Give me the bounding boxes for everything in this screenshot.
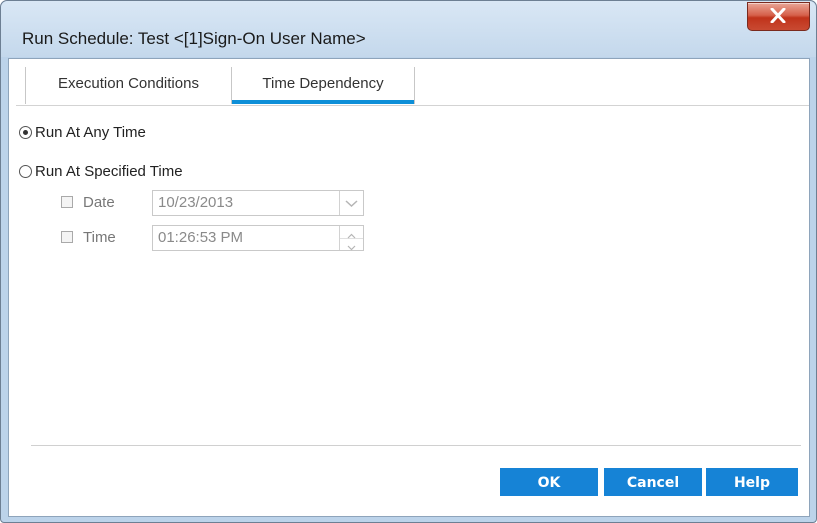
time-label: Time [83,228,116,246]
radio-run-any-time[interactable]: Run At Any Time [19,122,146,142]
radio-unselected-icon[interactable] [19,164,32,178]
close-button[interactable] [747,2,810,31]
radio-run-any-time-label: Run At Any Time [35,123,146,141]
time-checkbox[interactable] [61,231,73,243]
time-spinner[interactable]: 01:26:53 PM [152,225,364,251]
help-button[interactable]: Help [706,468,798,496]
tab-execution-conditions[interactable]: Execution Conditions [25,67,232,104]
date-dropdown[interactable]: 10/23/2013 [152,190,364,216]
tab-divider [16,105,809,106]
ok-button[interactable]: OK [500,468,598,496]
chevron-down-icon [345,200,358,208]
active-tab-indicator [232,100,414,104]
radio-selected-icon[interactable] [19,125,32,139]
close-icon [770,8,786,23]
window-title: Run Schedule: Test <[1]Sign-On User Name… [22,29,366,48]
date-label: Date [83,193,115,211]
time-value: 01:26:53 PM [158,229,244,246]
cancel-button[interactable]: Cancel [604,468,702,496]
time-spin-buttons [339,226,363,251]
title-bar[interactable]: Run Schedule: Test <[1]Sign-On User Name… [1,1,816,57]
tab-time-dependency-label: Time Dependency [262,75,384,92]
tab-time-dependency[interactable]: Time Dependency [232,67,415,104]
radio-run-specified-time-label: Run At Specified Time [35,162,183,180]
time-option: Time [61,225,138,249]
dialog-content: Execution Conditions Time Dependency Run… [8,58,810,517]
date-dropdown-button[interactable] [339,191,363,215]
radio-run-specified-time[interactable]: Run At Specified Time [19,161,183,181]
date-value: 10/23/2013 [158,194,234,211]
dialog-window: Run Schedule: Test <[1]Sign-On User Name… [0,0,817,523]
chevron-down-icon [347,245,356,251]
footer-divider [31,445,801,446]
date-checkbox[interactable] [61,196,73,208]
date-option: Date [61,190,138,214]
time-spin-down-button[interactable] [340,238,363,251]
